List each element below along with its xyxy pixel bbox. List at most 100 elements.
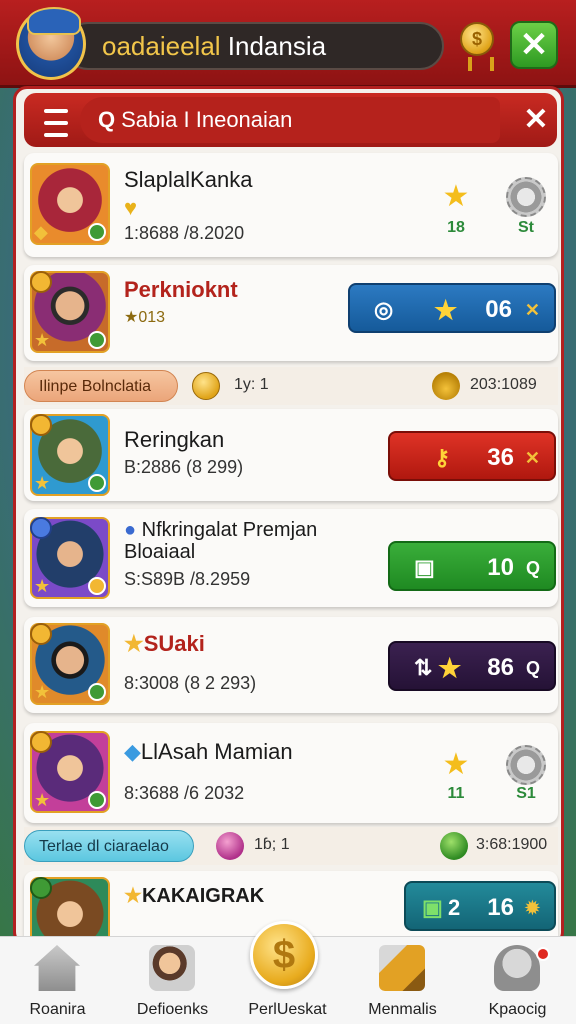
action-button-green[interactable]: ▣ 10 Q: [388, 541, 556, 591]
nav-friends[interactable]: Defioenks: [115, 937, 230, 1024]
action-value: 10: [487, 554, 514, 581]
list-item[interactable]: ◆ SlaplalKanka ♥ 1:8688 /8.2020 ★ 18 St: [24, 153, 558, 257]
diamond-icon: ◆: [124, 739, 141, 764]
nav-edit[interactable]: Menmalis: [345, 937, 460, 1024]
section-value: 203:1089: [470, 376, 537, 393]
action-value: 16: [487, 894, 514, 921]
player-portrait: ★: [30, 731, 110, 813]
coin-badge-icon: [30, 623, 52, 645]
nav-home[interactable]: Roanira: [0, 937, 115, 1024]
gear-icon[interactable]: [506, 745, 546, 785]
nav-label: PerlUeskat: [248, 1001, 327, 1018]
search-input[interactable]: Q Sabia I Ineonaian: [80, 97, 500, 143]
search-text: Sabia I Ineonaian: [121, 107, 293, 132]
player-portrait: ★: [30, 517, 110, 599]
nav-coins[interactable]: $ PerlUeskat: [230, 921, 345, 1024]
card-icon: ▣: [422, 895, 443, 920]
leaderboard-panel: Q Sabia I Ineonaian ✕ ◆ SlaplalKanka ♥ 1:…: [13, 86, 564, 946]
coin-icon: $: [250, 921, 318, 989]
star-icon: ★: [442, 180, 470, 213]
section-header: Ilinpe Bolnclatia 1y: 1 203:1089: [24, 367, 558, 405]
arrows-icon: ⇅: [414, 655, 433, 680]
sword-icon: ✕: [524, 300, 540, 320]
leaf-icon: [440, 832, 468, 860]
section-count: 1ɓ; 1: [254, 836, 290, 853]
coin-badge-icon: [30, 271, 52, 293]
search-icon: Q: [98, 107, 116, 132]
star-badge-icon: ★: [34, 330, 51, 350]
player-stats: 1:8688 /8.2020: [124, 223, 245, 243]
coin-badge-icon: [30, 731, 52, 753]
gem-badge-icon: [30, 517, 52, 539]
glove-icon: ▣: [414, 555, 435, 580]
list-item[interactable]: ★ Perknioknt ★013 ◎ ★ 06 ✕: [24, 265, 558, 361]
player-name: ◆LlAsah Mamian: [124, 739, 293, 765]
player-avatar[interactable]: [16, 7, 86, 80]
list-item[interactable]: ★ ● Nfkringalat Premjan Bloaiaal S:S89B …: [24, 509, 558, 607]
gear-label: S1: [516, 785, 536, 802]
list-item[interactable]: ★ ◆LlAsah Mamian 8:3688 /6 2032 ★ 11 S1: [24, 723, 558, 823]
medal-icon[interactable]: $: [460, 22, 494, 71]
player-name: Reringkan: [124, 427, 225, 452]
star-icon: ★: [124, 631, 144, 656]
player-stats: S:S89B /8.2959: [124, 569, 251, 589]
search-clear-button[interactable]: ✕: [518, 99, 554, 141]
action-button-blue[interactable]: ◎ ★ 06 ✕: [348, 283, 556, 333]
action-button-teal[interactable]: ▣ 2 16 ✹: [404, 881, 556, 931]
star-icon: ★: [434, 295, 458, 325]
list-item[interactable]: ★ ★SUaki 8:3008 (8 2 293) ⇅ ★ 86 Q: [24, 617, 558, 713]
action-value: 36: [487, 444, 514, 471]
home-icon: [34, 945, 80, 991]
player-name: SlaplalKanka: [124, 167, 253, 192]
globe-icon: ●: [124, 519, 137, 541]
nav-label: Menmalis: [368, 1001, 437, 1018]
section-value: 3:68:1900: [476, 836, 548, 853]
gold-helmet-icon: [432, 372, 460, 400]
smile-coin-icon: [192, 372, 220, 400]
star-icon: ★: [438, 653, 462, 683]
list-item[interactable]: ★ Reringkan B:2886 (8 299) ⚷ 36 ✕: [24, 409, 558, 501]
search-badge-icon: Q: [525, 558, 540, 578]
pencil-icon: [379, 945, 425, 991]
rank-star-icon: ★: [124, 309, 139, 326]
player-name-line2: Bloaiaal: [124, 541, 196, 563]
player-stats: B:2886 (8 299): [124, 457, 244, 477]
menu-icon[interactable]: [34, 99, 78, 141]
check-badge-icon: [88, 474, 106, 492]
key-icon: ⚷: [434, 445, 451, 470]
nav-label: Defioenks: [136, 1001, 209, 1018]
section-tag[interactable]: Ilinpe Bolnclatia: [24, 370, 178, 402]
player-name-text: SUaki: [143, 631, 205, 656]
top-bar: oadaieelal Indansia $ ✕: [0, 0, 576, 88]
leaf-badge-icon: [30, 877, 52, 899]
action-value: 06: [485, 296, 512, 323]
action-button-dark[interactable]: ⇅ ★ 86 Q: [388, 641, 556, 691]
star-badge-icon: ★: [34, 576, 51, 596]
gear-label: St: [518, 219, 534, 236]
player-portrait: ★: [30, 623, 110, 705]
close-button[interactable]: ✕: [510, 21, 558, 69]
player-name-line1: Nfkringalat Premjan: [141, 519, 318, 541]
action-prefix: 2: [448, 895, 461, 920]
player-stats: 8:3008 (8 2 293): [124, 673, 257, 693]
check-badge-icon: [88, 683, 106, 701]
player-stats: 8:3688 /6 2032: [124, 783, 245, 803]
title-prefix: oadaieelal: [102, 31, 221, 61]
robot-icon: [494, 945, 540, 991]
action-value: 86: [487, 654, 514, 681]
gear-icon[interactable]: [506, 177, 546, 217]
nav-label: Roanira: [29, 1001, 86, 1018]
check-badge-icon: [88, 331, 106, 349]
section-tag[interactable]: Terlae dl ciaraelao: [24, 830, 194, 862]
coin-badge-icon: [30, 414, 52, 436]
player-name: ★KAKAIGRAK: [124, 883, 264, 908]
badge-icon: [216, 832, 244, 860]
action-button-red[interactable]: ⚷ 36 ✕: [388, 431, 556, 481]
star-icon: ★: [442, 748, 470, 781]
player-name: ★SUaki: [124, 631, 205, 657]
shield-icon: ◆: [34, 222, 48, 242]
player-portrait: ◆: [30, 163, 110, 245]
coin-badge-icon: [88, 577, 106, 595]
nav-robot[interactable]: Kpaocig: [460, 937, 575, 1024]
player-rank: ★013: [124, 307, 165, 327]
